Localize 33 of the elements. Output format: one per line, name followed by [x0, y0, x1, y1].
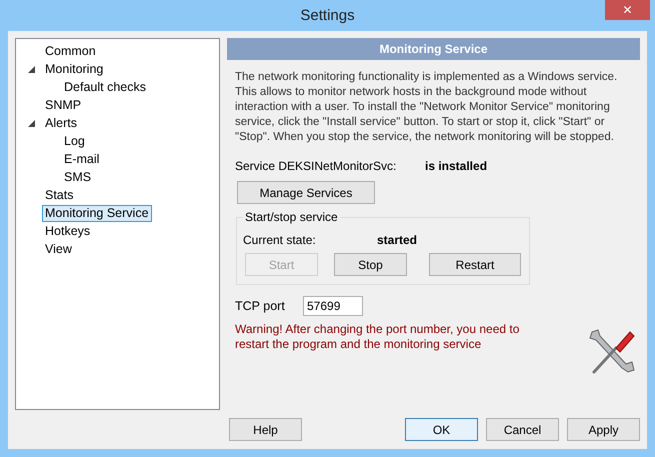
description-text: The network monitoring functionality is implemented as a Windows service. This allows to monitor network hosts in the background mode without interaction with a user. To install the "Network Monitor Service" monitoring service, click the "Install service" button. To start or stop it, click "Start" or "Stop". When you stop the service, the network monitoring will be stopped.	[235, 70, 618, 145]
help-button[interactable]: Help	[229, 418, 302, 441]
dialog-button[interactable]: OK	[405, 418, 478, 441]
tcp-port-field[interactable]: 57699	[303, 296, 363, 316]
group-title: Start/stop service	[243, 210, 340, 224]
tree-item[interactable]: Log	[61, 132, 88, 150]
state-label: Current state:	[243, 233, 317, 247]
dialog-button[interactable]: Cancel	[486, 418, 559, 441]
tree-item[interactable]: Stats	[42, 186, 76, 204]
tree-item[interactable]: Default checks	[61, 78, 149, 96]
expanded-triangle-icon[interactable]	[28, 120, 35, 126]
tree-item[interactable]: Common	[42, 42, 99, 60]
expanded-triangle-icon[interactable]	[28, 66, 35, 72]
close-button[interactable]: ✕	[605, 0, 650, 20]
tree-item[interactable]: SMS	[61, 168, 94, 186]
tree-item[interactable]: SNMP	[42, 96, 84, 114]
service-button[interactable]: Restart	[429, 253, 521, 276]
tree-item[interactable]: Monitoring Service	[42, 204, 152, 222]
window-title: Settings	[300, 7, 355, 24]
panel-header: Monitoring Service	[227, 38, 640, 60]
service-status: is installed	[425, 159, 488, 173]
tree-item[interactable]: Alerts	[42, 114, 80, 132]
tree-item[interactable]: E-mail	[61, 150, 102, 168]
tree-item[interactable]: Hotkeys	[42, 222, 94, 240]
service-button[interactable]: Stop	[334, 253, 407, 276]
dialog-button[interactable]: Apply	[567, 418, 640, 441]
manage-services-button[interactable]: Manage Services	[237, 181, 375, 204]
service-label: Service DEKSINetMonitorSvc:	[235, 159, 398, 173]
state-value: started	[377, 233, 418, 247]
tcp-port-label: TCP port	[235, 299, 286, 313]
tree-item[interactable]: View	[42, 240, 75, 258]
tree-item[interactable]: Monitoring	[42, 60, 106, 78]
warning-text: Warning! After changing the port number, you need to restart the program and the monitoring service	[235, 322, 520, 353]
